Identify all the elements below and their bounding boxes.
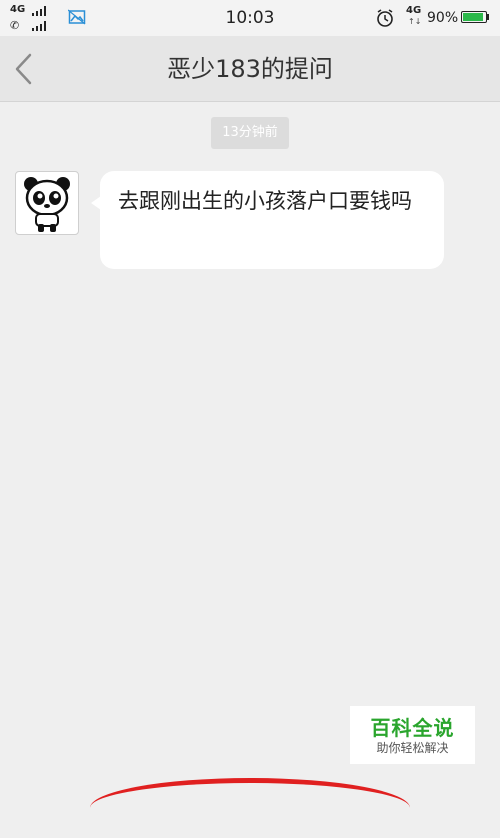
data-transfer-icon: ↑↓ [408,17,422,26]
red-arc-decoration [90,778,410,838]
clock-time: 10:03 [225,8,275,28]
panda-avatar-icon [24,177,70,232]
status-bar: 4G ✆ 10:03 4G ↑↓ 90% [0,0,500,36]
battery-icon [461,11,487,23]
watermark-subtitle: 助你轻松解决 [376,741,449,755]
alarm-icon [377,9,393,27]
message-timestamp: 13分钟前 [211,117,289,149]
battery-tip [487,14,489,20]
message-text: 去跟刚出生的小孩落户口要钱吗 [118,189,412,213]
battery-percent: 90% [427,10,459,26]
watermark-logo: 百科全说 助你轻松解决 [350,706,475,764]
network-type-label-right: 4G [406,5,422,16]
title-bar: 恶少183的提问 [0,36,500,102]
message-bubble[interactable]: 去跟刚出生的小孩落户口要钱吗 [100,171,444,269]
watermark-title: 百科全说 [370,716,455,740]
avatar[interactable] [15,171,79,235]
page-title: 恶少183的提问 [167,55,333,83]
